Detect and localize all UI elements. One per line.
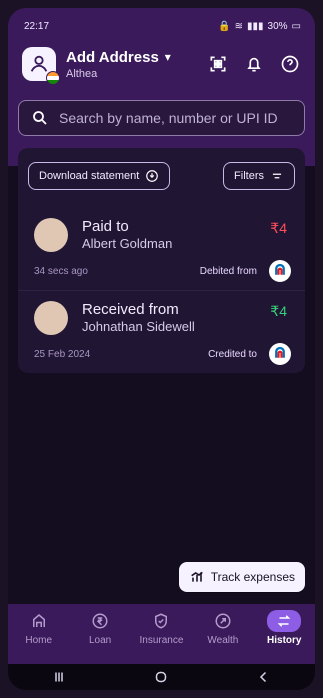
- header-actions: [207, 53, 301, 75]
- transaction-history-card: Download statement Filters Paid to Alber…: [18, 148, 305, 373]
- nav-label: Wealth: [207, 635, 239, 646]
- transaction-time: 34 secs ago: [34, 266, 88, 277]
- nav-label: Loan: [88, 635, 112, 646]
- contact-avatar: [34, 301, 68, 335]
- back-chevron-icon: [259, 671, 266, 683]
- track-expenses-label: Track expenses: [210, 570, 295, 584]
- transaction-amount: ₹4: [270, 220, 287, 236]
- india-flag-icon: [46, 71, 60, 85]
- contact-avatar: [34, 218, 68, 252]
- bank-logo-icon: [269, 343, 291, 365]
- filters-label: Filters: [234, 170, 264, 182]
- nav-item-home[interactable]: Home: [10, 610, 68, 646]
- wealth-icon: [206, 610, 240, 632]
- signal-icon: ▮▮▮: [247, 20, 264, 32]
- nav-item-wealth[interactable]: Wealth: [194, 610, 252, 646]
- address-selector[interactable]: Add Address ▾ Althea: [66, 49, 207, 80]
- nav-label: Home: [25, 635, 53, 646]
- download-statement-button[interactable]: Download statement: [28, 162, 171, 190]
- nav-label: Insurance: [139, 635, 184, 646]
- system-navigation-bar: [8, 664, 315, 690]
- lock-icon: 🔒: [218, 20, 231, 32]
- download-icon: [146, 170, 159, 182]
- filter-icon: [272, 173, 282, 179]
- top-header-area: 22:17 🔒 ≋ ▮▮▮ 30% ▭ Add Address ▾ Althea…: [8, 8, 315, 166]
- nav-item-loan[interactable]: Loan: [71, 610, 129, 646]
- transaction-row[interactable]: Paid to Albert Goldman ₹4 34 secs ago De…: [18, 208, 305, 290]
- circle-home-icon: [156, 671, 167, 683]
- status-icons: 🔒 ≋ ▮▮▮ 30% ▭: [218, 21, 301, 32]
- page-title: Add Address: [66, 48, 159, 66]
- help-icon[interactable]: [279, 53, 301, 75]
- phone-screen: 22:17 🔒 ≋ ▮▮▮ 30% ▭ Add Address ▾ Althea…: [8, 8, 315, 690]
- rupee-icon: [83, 610, 117, 632]
- search-input[interactable]: [59, 110, 292, 126]
- wifi-icon: ≋: [234, 20, 244, 32]
- chevron-down-icon: ▾: [164, 50, 171, 64]
- title-row: Add Address ▾: [66, 49, 207, 66]
- contact-name: Johnathan Sidewell: [82, 319, 195, 334]
- transaction-type: Received from: [82, 301, 179, 318]
- transaction-type: Paid to: [82, 218, 129, 235]
- contact-name: Albert Goldman: [82, 236, 173, 251]
- nav-item-history[interactable]: History: [255, 610, 313, 646]
- battery-icon: ▭: [291, 20, 301, 32]
- battery-percent: 30%: [267, 20, 288, 32]
- history-actions: Download statement Filters: [18, 162, 305, 190]
- recent-apps-button[interactable]: [39, 667, 79, 687]
- profile-avatar[interactable]: [22, 47, 60, 85]
- transaction-amount: ₹4: [270, 303, 287, 319]
- qr-scan-icon[interactable]: [207, 53, 229, 75]
- header-bar: Add Address ▾ Althea: [22, 46, 301, 85]
- track-expenses-button[interactable]: Track expenses: [178, 562, 305, 592]
- filters-button[interactable]: Filters: [223, 162, 295, 190]
- search-icon: [33, 111, 47, 125]
- transaction-time: 25 Feb 2024: [34, 349, 91, 360]
- home-system-button[interactable]: [141, 667, 181, 687]
- back-button[interactable]: [244, 667, 284, 687]
- user-icon: [30, 55, 48, 72]
- transaction-direction: Credited to: [208, 349, 257, 360]
- nav-item-insurance[interactable]: Insurance: [132, 610, 190, 646]
- nav-label: History: [267, 635, 302, 646]
- bottom-navigation: Home Loan Insurance Wealth History: [8, 604, 315, 664]
- transfer-icon: [267, 610, 302, 632]
- status-bar: 22:17 🔒 ≋ ▮▮▮ 30% ▭: [24, 18, 301, 34]
- status-time: 22:17: [24, 20, 50, 32]
- transaction-row[interactable]: Received from Johnathan Sidewell ₹4 25 F…: [18, 290, 305, 372]
- chart-icon: [190, 571, 203, 582]
- user-name: Althea: [66, 67, 98, 80]
- search-bar[interactable]: [18, 100, 305, 136]
- home-icon: [22, 610, 56, 632]
- bank-logo-icon: [269, 260, 291, 282]
- download-statement-label: Download statement: [39, 170, 140, 182]
- recent-apps-icon: [55, 672, 63, 682]
- shield-check-icon: [144, 610, 178, 632]
- transaction-direction: Debited from: [199, 266, 257, 277]
- bell-icon[interactable]: [243, 53, 265, 75]
